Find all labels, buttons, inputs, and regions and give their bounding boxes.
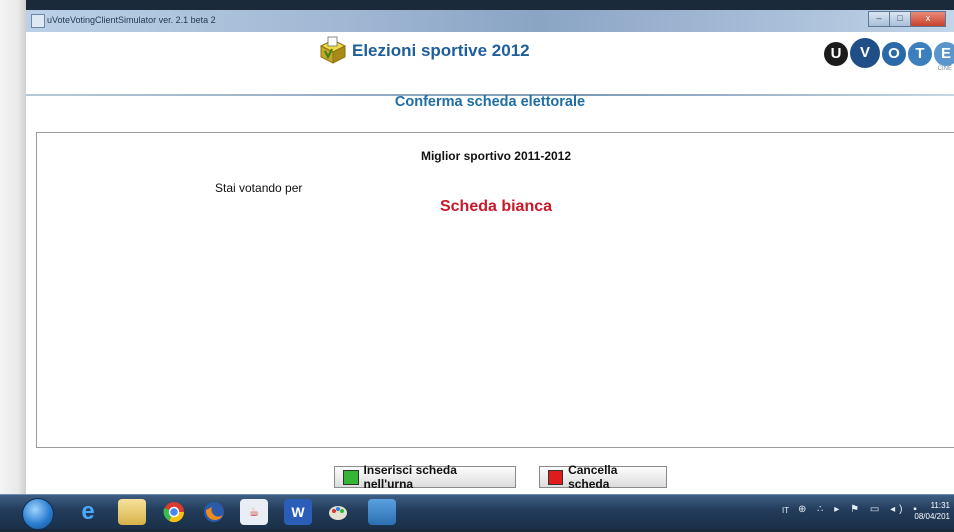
firefox-icon[interactable] bbox=[200, 499, 228, 525]
logo-letter-o: O bbox=[882, 42, 906, 66]
page-title: Conferma scheda elettorale bbox=[394, 94, 586, 110]
red-square-icon bbox=[548, 469, 564, 485]
maximize-button[interactable]: □ bbox=[889, 11, 911, 27]
ballot-category: Miglior sportivo 2011-2012 bbox=[420, 149, 572, 163]
app-icon bbox=[31, 14, 45, 28]
uvote-logo: U V O T E CINE bbox=[814, 36, 954, 72]
chrome-icon[interactable] bbox=[160, 499, 188, 525]
close-button[interactable]: x bbox=[910, 11, 946, 27]
window-titlebar[interactable]: uVoteVotingClientSimulator ver. 2.1 beta… bbox=[26, 10, 954, 33]
tray-icons[interactable]: ⊕ ∴ ▸ ⚑ ▭ ◂) ▪ bbox=[798, 504, 921, 515]
insert-ballot-button[interactable]: Inserisci scheda nell'urna bbox=[334, 463, 516, 491]
green-square-icon bbox=[343, 469, 359, 485]
paint-icon[interactable] bbox=[324, 499, 352, 525]
selected-choice: Scheda bianca bbox=[439, 198, 553, 215]
word-icon[interactable]: W bbox=[284, 499, 312, 525]
system-clock[interactable]: 11:31 08/04/201 bbox=[914, 500, 950, 522]
start-button[interactable] bbox=[22, 498, 54, 530]
minimize-button[interactable]: – bbox=[868, 11, 890, 27]
clock-time: 11:31 bbox=[930, 501, 950, 510]
window-controls: – □ x bbox=[868, 11, 946, 27]
voting-for-label: Stai votando per bbox=[215, 181, 303, 195]
file-explorer-icon[interactable] bbox=[118, 499, 146, 525]
election-title: Elezioni sportive 2012 bbox=[352, 41, 530, 60]
language-indicator[interactable]: IT bbox=[782, 506, 789, 515]
system-tray: IT ⊕ ∴ ▸ ⚑ ▭ ◂) ▪ 11:31 08/04/201 bbox=[774, 495, 954, 529]
clock-date: 08/04/201 bbox=[914, 512, 950, 521]
ballot-box-icon bbox=[319, 36, 347, 64]
logo-letter-u: U bbox=[824, 42, 848, 66]
logo-letter-t: T bbox=[908, 42, 932, 66]
cancel-ballot-label: Cancella scheda bbox=[568, 463, 618, 491]
cancel-ballot-button[interactable]: Cancella scheda bbox=[539, 463, 667, 491]
app-window: uVoteVotingClientSimulator ver. 2.1 beta… bbox=[26, 10, 954, 494]
java-icon[interactable]: ☕ bbox=[240, 499, 268, 525]
screen-bezel bbox=[0, 0, 26, 528]
taskbar: e ☕ W IT ⊕ ∴ ▸ ⚑ ▭ ◂) ▪ 11:31 08/04/201 bbox=[0, 494, 954, 530]
logo-letter-e: E bbox=[934, 42, 954, 66]
window-title: uVoteVotingClientSimulator ver. 2.1 beta… bbox=[47, 15, 216, 25]
insert-ballot-label: Inserisci scheda nell'urna bbox=[363, 463, 457, 491]
window-icon[interactable] bbox=[368, 499, 396, 525]
internet-explorer-icon[interactable]: e bbox=[74, 499, 102, 525]
ballot-panel: Miglior sportivo 2011-2012 Stai votando … bbox=[36, 132, 954, 448]
logo-subtext: CINE bbox=[937, 66, 952, 72]
app-header: Elezioni sportive 2012 U V O T E CINE bbox=[26, 32, 954, 96]
logo-letter-v: V bbox=[850, 38, 880, 68]
